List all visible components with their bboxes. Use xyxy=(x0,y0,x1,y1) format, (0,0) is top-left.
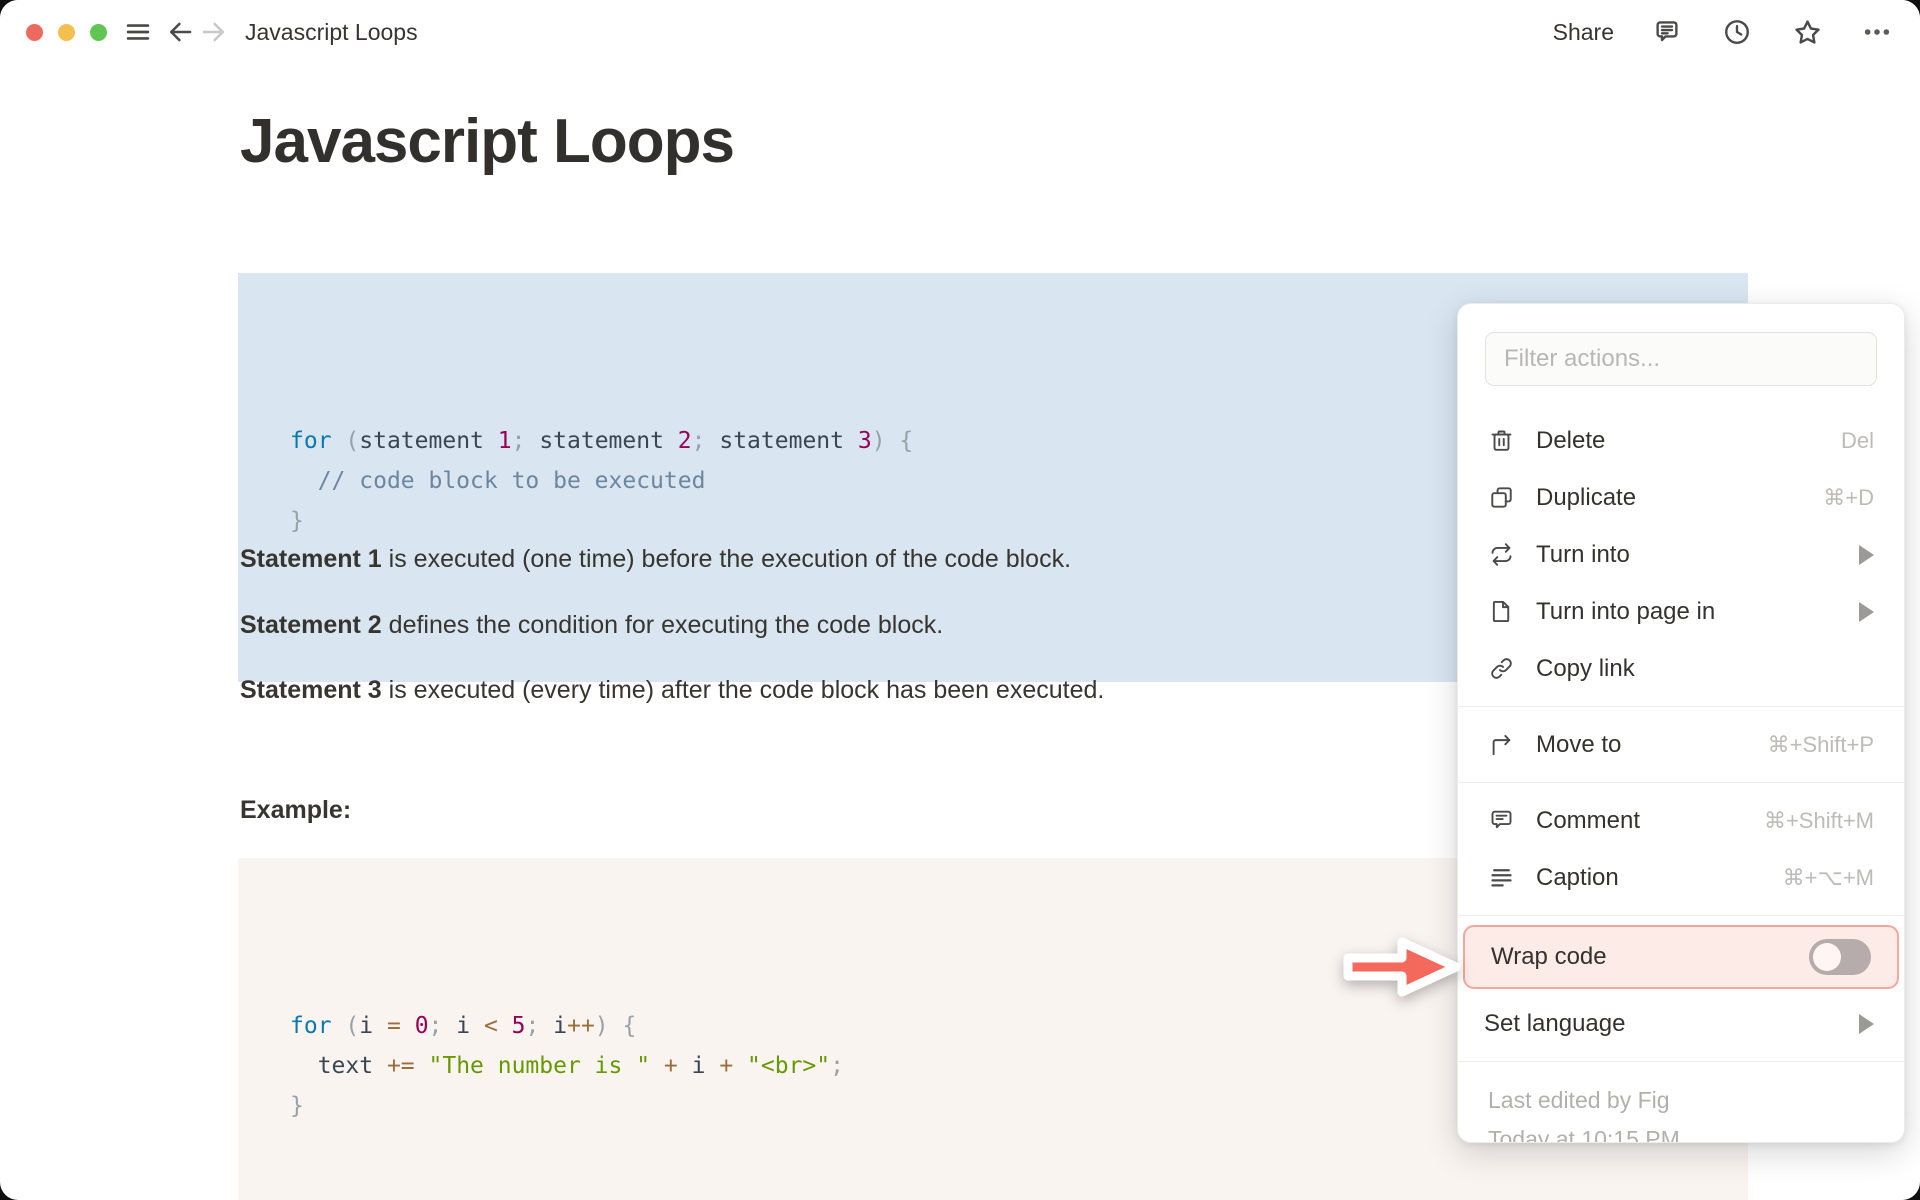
paragraph-statement-2: Statement 2 defines the condition for ex… xyxy=(240,611,944,639)
shortcut: Del xyxy=(1840,427,1874,453)
menu-item-turn-into-page-in[interactable]: Turn into page in xyxy=(1458,583,1904,640)
shortcut: ⌘+D xyxy=(1823,484,1874,510)
page-title: Javascript Loops xyxy=(240,107,735,176)
comment-icon xyxy=(1488,807,1515,834)
wrap-code-toggle[interactable] xyxy=(1809,939,1871,975)
turn-into-icon xyxy=(1488,541,1515,568)
last-edited-by: Last edited by Fig xyxy=(1488,1087,1670,1113)
menu-item-set-language[interactable]: Set language xyxy=(1458,995,1904,1052)
menu-item-duplicate[interactable]: Duplicate ⌘+D xyxy=(1458,469,1904,526)
window-title: Javascript Loops xyxy=(245,18,418,45)
menu-divider xyxy=(1458,706,1904,707)
menu-item-turn-into[interactable]: Turn into xyxy=(1458,526,1904,583)
menu-item-copy-link[interactable]: Copy link xyxy=(1458,640,1904,697)
menu-divider xyxy=(1458,1061,1904,1062)
menu-divider xyxy=(1458,782,1904,783)
menu-item-comment[interactable]: Comment ⌘+Shift+M xyxy=(1458,792,1904,849)
filter-actions-input[interactable] xyxy=(1485,332,1877,386)
block-actions-menu: Delete Del Duplicate ⌘+D Turn into Turn … xyxy=(1457,303,1905,1143)
paragraph-statement-3: Statement 3 is executed (every time) aft… xyxy=(240,676,1105,704)
page-icon xyxy=(1488,598,1515,625)
caption-icon xyxy=(1488,864,1515,891)
trash-icon xyxy=(1488,427,1515,454)
close-window-button[interactable] xyxy=(26,23,43,41)
shortcut: ⌘+Shift+M xyxy=(1763,807,1874,833)
example-label: Example: xyxy=(240,796,352,824)
menu-item-wrap-code[interactable]: Wrap code xyxy=(1463,925,1899,989)
zoom-window-button[interactable] xyxy=(90,23,107,41)
comments-icon[interactable] xyxy=(1650,15,1684,49)
link-icon xyxy=(1488,655,1515,682)
star-icon[interactable] xyxy=(1790,15,1824,49)
submenu-arrow-icon xyxy=(1859,601,1874,622)
traffic-lights xyxy=(26,23,107,41)
submenu-arrow-icon xyxy=(1859,544,1874,565)
more-icon[interactable] xyxy=(1860,15,1894,49)
history-icon[interactable] xyxy=(1720,15,1754,49)
forward-icon[interactable] xyxy=(197,15,231,49)
duplicate-icon xyxy=(1488,484,1515,511)
back-icon[interactable] xyxy=(163,15,197,49)
submenu-arrow-icon xyxy=(1859,1013,1874,1034)
shortcut: ⌘+Shift+P xyxy=(1767,731,1874,757)
menu-item-move-to[interactable]: Move to ⌘+Shift+P xyxy=(1458,716,1904,773)
sidebar-menu-icon[interactable] xyxy=(121,15,155,49)
menu-divider xyxy=(1458,915,1904,916)
callout-arrow-icon xyxy=(1338,930,1468,1009)
share-button[interactable]: Share xyxy=(1553,19,1614,46)
shortcut: ⌘+⌥+M xyxy=(1782,864,1874,890)
paragraph-statement-1: Statement 1 is executed (one time) befor… xyxy=(240,545,1072,573)
toggle-knob xyxy=(1813,943,1841,971)
last-edited-time: Today at 10:15 PM xyxy=(1488,1126,1680,1143)
topbar: Javascript Loops Share xyxy=(0,0,1920,64)
move-to-icon xyxy=(1488,731,1515,758)
app-window: Javascript Loops Share Javascript Loops … xyxy=(0,0,1920,1200)
menu-item-caption[interactable]: Caption ⌘+⌥+M xyxy=(1458,849,1904,906)
menu-footer: Last edited by Fig Today at 10:15 PM xyxy=(1458,1071,1904,1143)
minimize-window-button[interactable] xyxy=(58,23,75,41)
menu-item-delete[interactable]: Delete Del xyxy=(1458,412,1904,469)
